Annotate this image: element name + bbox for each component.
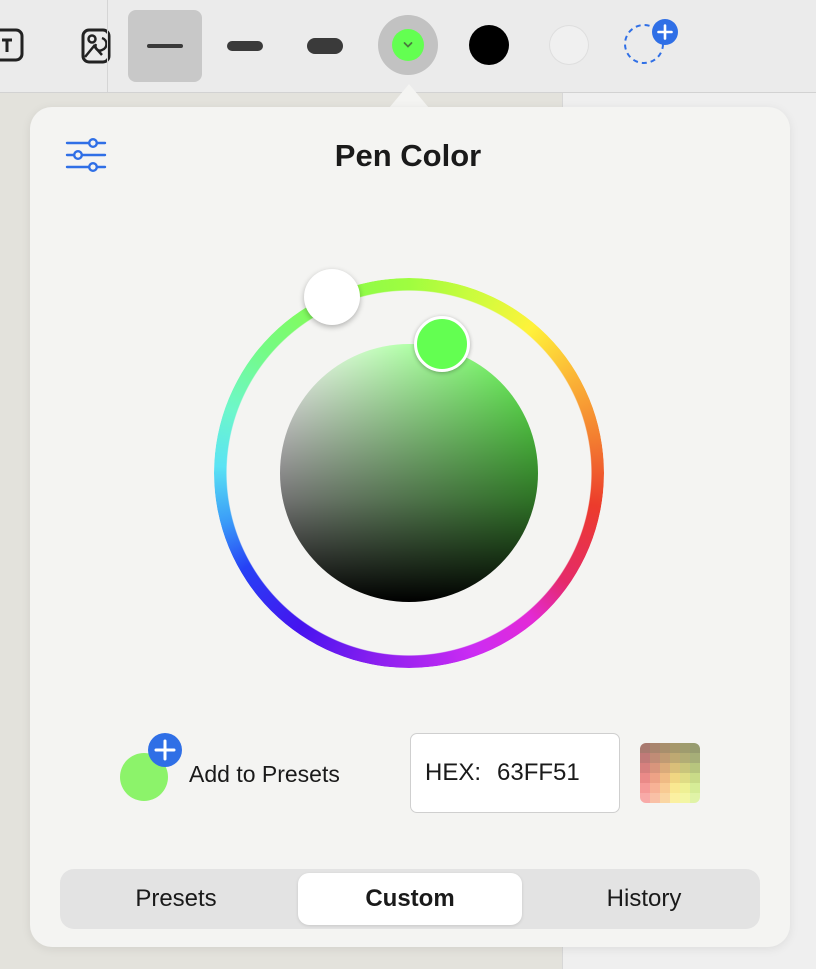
line-width-medium-button[interactable]	[208, 10, 282, 82]
text-box-icon[interactable]	[0, 24, 26, 68]
white-color-swatch[interactable]	[549, 25, 589, 65]
black-color-swatch[interactable]	[469, 25, 509, 65]
image-sticker-icon[interactable]	[80, 24, 114, 68]
line-width-thick-button[interactable]	[288, 10, 362, 82]
hex-input[interactable]: HEX: 63FF51	[410, 733, 620, 813]
dashed-circle-plus-icon[interactable]	[620, 18, 684, 66]
hue-handle[interactable]	[304, 269, 360, 325]
tab-history[interactable]: History	[532, 873, 756, 925]
pen-toolbar	[0, 0, 816, 93]
line-width-thin-button[interactable]	[128, 10, 202, 82]
tab-custom[interactable]: Custom	[298, 873, 522, 925]
hex-value[interactable]: 63FF51	[497, 759, 580, 787]
color-grid-icon[interactable]	[640, 743, 700, 803]
plus-circle-icon[interactable]	[146, 731, 184, 769]
color-mode-segmented-control: Presets Custom History	[60, 869, 760, 929]
chevron-down-icon	[403, 42, 413, 48]
saturation-handle[interactable]	[414, 316, 470, 372]
tab-presets[interactable]: Presets	[64, 873, 288, 925]
hex-label: HEX:	[425, 759, 482, 786]
current-color-swatch[interactable]	[392, 29, 424, 61]
add-to-presets-label[interactable]: Add to Presets	[189, 761, 340, 788]
saturation-brightness-disc[interactable]	[280, 344, 538, 602]
popover-title: Pen Color	[334, 138, 482, 173]
popover-arrow	[389, 84, 429, 108]
toolbar-divider	[107, 0, 108, 92]
